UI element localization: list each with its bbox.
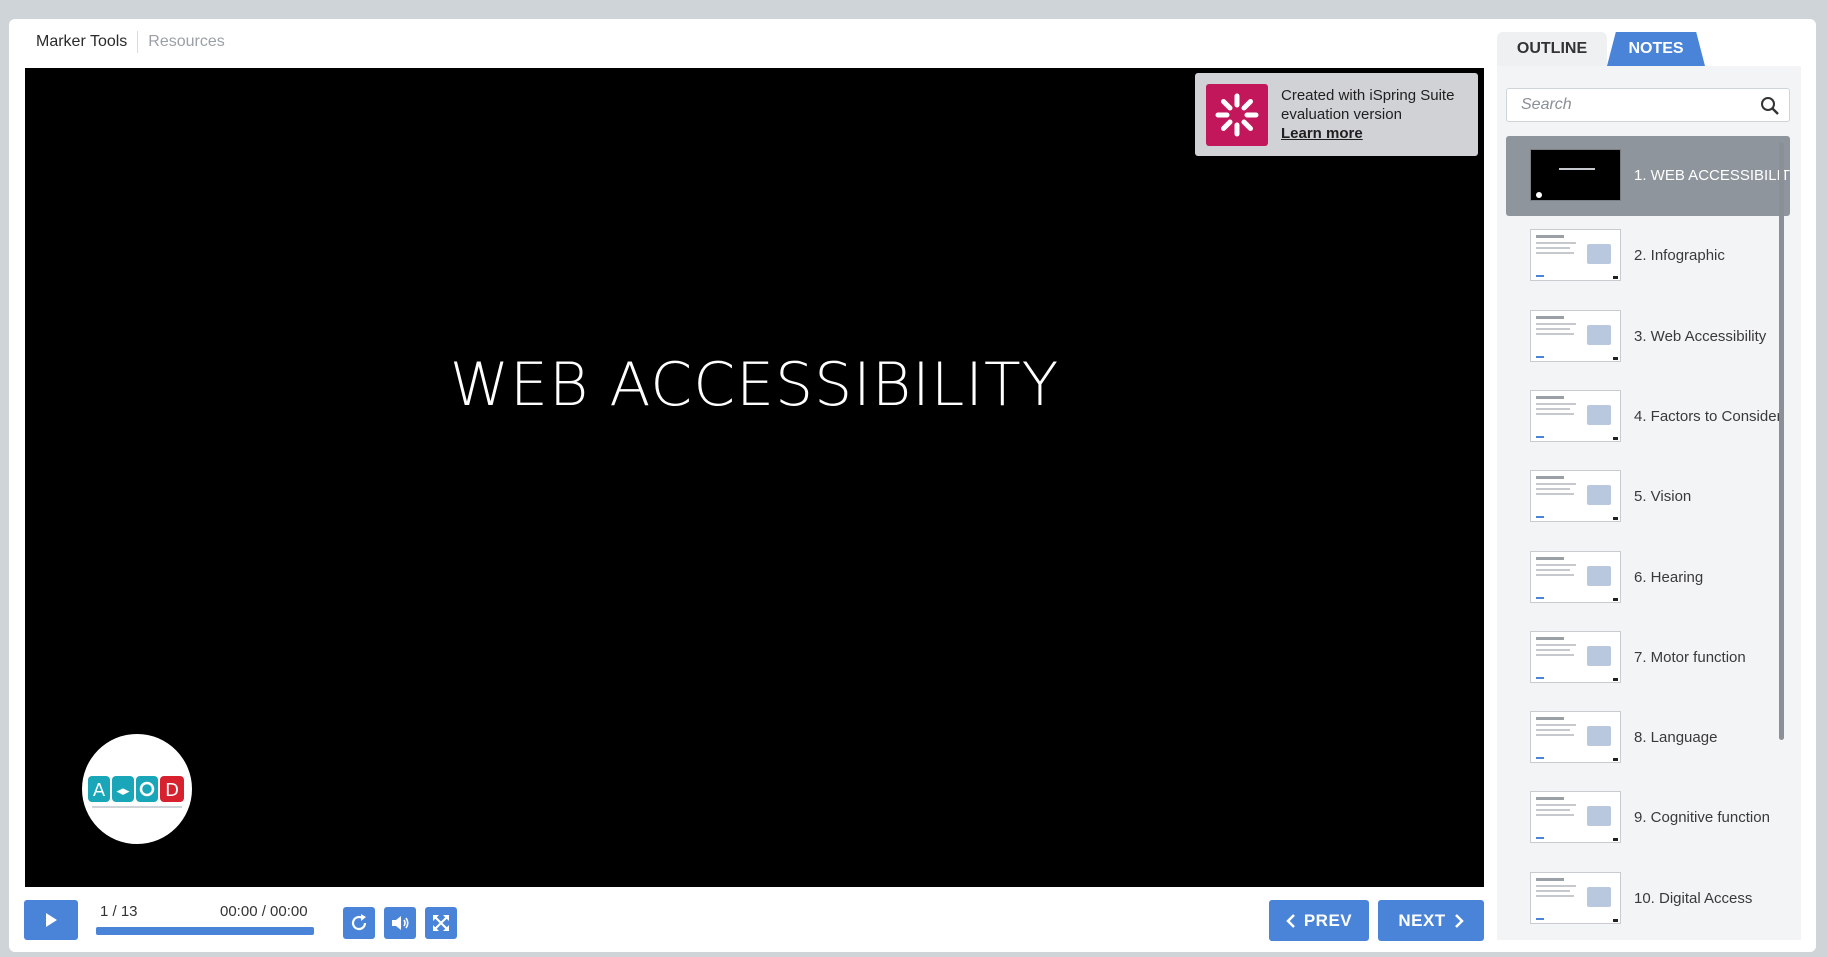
- slide-list-item[interactable]: 2. Infographic: [1506, 216, 1790, 296]
- slide-stage[interactable]: WEB ACCESSIBILITY Created with iSpring S…: [25, 68, 1484, 887]
- watermark-text: Created with iSpring Suite evaluation ve…: [1281, 86, 1471, 143]
- replay-button[interactable]: [343, 907, 375, 939]
- slide-thumbnail: [1530, 791, 1621, 844]
- slide-thumbnail: [1530, 149, 1621, 201]
- slide-list-item[interactable]: 10. Digital Access: [1506, 859, 1790, 936]
- watermark-line-2: evaluation version: [1281, 106, 1402, 123]
- slide-list-item[interactable]: 6. Hearing: [1506, 538, 1790, 618]
- learn-more-link[interactable]: Learn more: [1281, 124, 1363, 143]
- tab-notes[interactable]: NOTES: [1607, 32, 1705, 66]
- tab-outline[interactable]: OUTLINE: [1497, 32, 1607, 66]
- volume-button[interactable]: [384, 907, 416, 939]
- search-icon[interactable]: [1760, 96, 1780, 116]
- svg-text:A: A: [93, 780, 106, 801]
- slide-list-item-label: 3. Web Accessibility: [1634, 327, 1767, 345]
- slide-thumbnail: [1530, 470, 1621, 523]
- slide-thumbnail: [1530, 229, 1621, 282]
- slide-list-item-label: 9. Cognitive function: [1634, 809, 1770, 827]
- aced-logo: A ◂▸ D: [82, 734, 192, 844]
- progress-fill: [96, 927, 314, 935]
- slide-list-item-label: 8. Language: [1634, 729, 1718, 747]
- search-input[interactable]: [1507, 89, 1747, 121]
- next-label: NEXT: [1398, 910, 1446, 930]
- play-button[interactable]: [24, 900, 78, 940]
- slide-list: 1. WEB ACCESSIBILITY 2. Infographic 3. Web…: [1506, 136, 1790, 936]
- slide-list-item[interactable]: 9. Cognitive function: [1506, 778, 1790, 858]
- watermark-line-1: Created with iSpring Suite: [1281, 87, 1455, 104]
- slide-list-scrollbar[interactable]: [1779, 142, 1784, 740]
- prev-button[interactable]: PREV: [1269, 900, 1369, 941]
- slide-thumbnail: [1530, 871, 1621, 924]
- chevron-left-icon: [1286, 913, 1295, 928]
- slide-list-item[interactable]: 5. Vision: [1506, 457, 1790, 537]
- outline-panel: 1. WEB ACCESSIBILITY 2. Infographic 3. Web…: [1497, 66, 1801, 940]
- slide-list-item-label: 5. Vision: [1634, 488, 1692, 506]
- slide-thumbnail: [1530, 389, 1621, 442]
- slide-list-item-label: 1. WEB ACCESSIBILITY: [1634, 167, 1790, 184]
- search-box: [1506, 88, 1790, 122]
- slide-thumbnail: [1530, 630, 1621, 683]
- slide-list-item-label: 2. Infographic: [1634, 247, 1725, 265]
- progress-bar[interactable]: [96, 927, 314, 935]
- top-menu: Marker Tools Resources: [25, 30, 235, 54]
- next-button[interactable]: NEXT: [1378, 900, 1484, 941]
- time-display: 00:00 / 00:00: [220, 903, 308, 920]
- slide-list-item[interactable]: 7. Motor function: [1506, 618, 1790, 698]
- volume-icon: [392, 916, 409, 930]
- slide-title: WEB ACCESSIBILITY: [449, 350, 1060, 420]
- fullscreen-button[interactable]: [425, 907, 457, 939]
- slide-counter: 1 / 13: [100, 903, 138, 920]
- evaluation-watermark: Created with iSpring Suite evaluation ve…: [1195, 73, 1478, 156]
- ispring-logo-icon: [1206, 84, 1268, 146]
- slide-list-item[interactable]: 1. WEB ACCESSIBILITY: [1506, 136, 1790, 216]
- slide-thumbnail: [1530, 550, 1621, 603]
- menu-resources[interactable]: Resources: [137, 31, 234, 53]
- sidebar: OUTLINE NOTES 1. WEB ACCESSIBILITY 2. Inf…: [1497, 32, 1801, 940]
- svg-text:D: D: [165, 780, 179, 801]
- slide-list-item-label: 6. Hearing: [1634, 568, 1704, 586]
- chevron-right-icon: [1454, 913, 1464, 928]
- menu-marker-tools[interactable]: Marker Tools: [25, 31, 137, 53]
- slide-list-item[interactable]: 4. Factors to Consider: [1506, 377, 1790, 457]
- svg-text:◂▸: ◂▸: [116, 784, 130, 799]
- slide-thumbnail: [1530, 309, 1621, 362]
- slide-list-item-label: 7. Motor function: [1634, 648, 1746, 666]
- prev-label: PREV: [1303, 910, 1353, 930]
- replay-icon: [351, 914, 367, 931]
- play-icon: [46, 913, 57, 927]
- fullscreen-icon: [433, 915, 449, 931]
- slide-list-item-label: 4. Factors to Consider: [1634, 407, 1782, 425]
- slide-list-item[interactable]: 3. Web Accessibility: [1506, 297, 1790, 377]
- slide-list-item[interactable]: 8. Language: [1506, 698, 1790, 778]
- slide-thumbnail: [1530, 711, 1621, 764]
- slide-list-item-label: 10. Digital Access: [1634, 889, 1753, 907]
